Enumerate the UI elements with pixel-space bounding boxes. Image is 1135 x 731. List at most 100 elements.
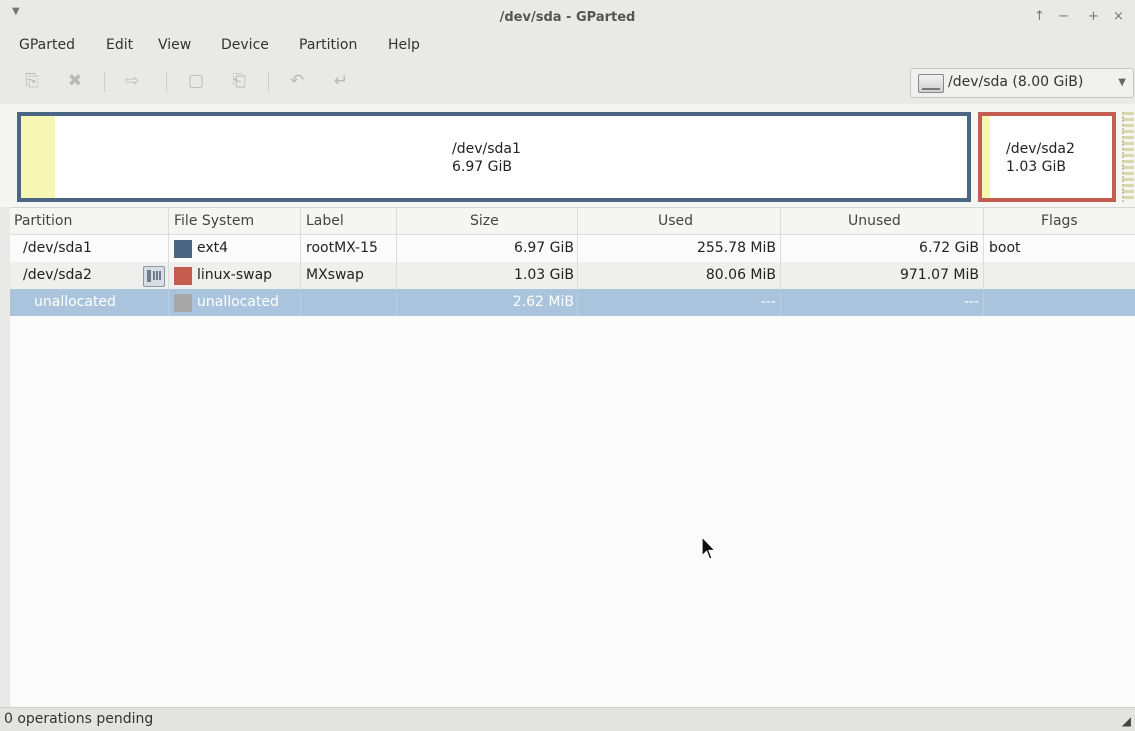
maximize-icon[interactable]: +	[1088, 9, 1099, 24]
column-separator	[300, 262, 301, 289]
column-separator	[780, 208, 781, 234]
column-header-size[interactable]: Size	[470, 213, 499, 229]
column-separator	[983, 208, 984, 234]
filesystem-color-swatch	[174, 267, 192, 285]
column-separator	[168, 235, 169, 262]
disk-map-partition-sda2[interactable]: /dev/sda2 1.03 GiB	[978, 112, 1116, 202]
column-header-label[interactable]: Label	[306, 213, 344, 229]
hard-disk-icon	[918, 74, 944, 93]
copy-icon[interactable]: ▢	[185, 70, 207, 92]
partition-map-label: /dev/sda2 1.03 GiB	[1006, 140, 1075, 176]
column-header-unused[interactable]: Unused	[848, 213, 901, 229]
column-header-used[interactable]: Used	[658, 213, 693, 229]
label-cell: rootMX-15	[306, 240, 378, 256]
menu-partition[interactable]: Partition	[299, 37, 357, 53]
column-separator	[577, 262, 578, 289]
flags-cell: boot	[989, 240, 1021, 256]
column-separator	[577, 235, 578, 262]
toolbar-separator	[166, 72, 167, 92]
column-separator	[983, 289, 984, 316]
column-separator	[396, 262, 397, 289]
column-separator	[300, 289, 301, 316]
used-cell: ---	[760, 294, 776, 310]
column-separator	[168, 208, 169, 234]
disk-map: /dev/sda1 6.97 GiB /dev/sda2 1.03 GiB	[0, 104, 1135, 206]
partition-name: /dev/sda1	[452, 141, 521, 157]
table-row[interactable]: unallocated unallocated 2.62 MiB --- ---	[10, 289, 1135, 316]
partition-size: 6.97 GiB	[452, 159, 512, 175]
resize-grip-icon[interactable]: ◢	[1122, 714, 1131, 728]
filesystem-color-swatch	[174, 294, 192, 312]
status-bar: 0 operations pending ◢	[0, 707, 1135, 731]
chevron-down-icon: ▼	[1118, 77, 1126, 88]
used-cell: 255.78 MiB	[696, 240, 776, 256]
toolbar: ⎘ ✖ ⇨ ▢ ⎗ ↶ ↵ /dev/sda (8.00 GiB) ▼	[0, 60, 1135, 105]
delete-icon[interactable]: ✖	[64, 70, 86, 92]
used-space-bar	[21, 116, 55, 198]
used-space-bar	[982, 116, 990, 198]
partition-cell: unallocated	[34, 294, 116, 310]
resize-move-icon[interactable]: ⇨	[121, 70, 143, 92]
device-label: /dev/sda (8.00 GiB)	[948, 74, 1084, 90]
paste-icon[interactable]: ⎗	[228, 70, 250, 92]
column-header-file-system[interactable]: File System	[174, 213, 254, 229]
keep-above-icon[interactable]: ↑	[1034, 9, 1045, 24]
column-separator	[300, 235, 301, 262]
column-separator	[983, 262, 984, 289]
menu-device[interactable]: Device	[221, 37, 269, 53]
disk-map-partition-sda1[interactable]: /dev/sda1 6.97 GiB	[17, 112, 971, 202]
menu-gparted[interactable]: GParted	[19, 37, 75, 53]
toolbar-separator	[104, 72, 105, 92]
column-separator	[300, 208, 301, 234]
column-separator	[577, 208, 578, 234]
menu-view[interactable]: View	[158, 37, 191, 53]
close-icon[interactable]: ×	[1113, 9, 1124, 24]
column-separator	[168, 289, 169, 316]
size-cell: 1.03 GiB	[514, 267, 574, 283]
partition-size: 1.03 GiB	[1006, 159, 1066, 175]
column-separator	[780, 262, 781, 289]
partition-map-label: /dev/sda1 6.97 GiB	[452, 140, 521, 176]
device-selector[interactable]: /dev/sda (8.00 GiB) ▼	[910, 68, 1134, 98]
filesystem-cell: linux-swap	[197, 267, 273, 283]
mouse-cursor-icon	[701, 536, 716, 560]
column-separator	[780, 289, 781, 316]
used-cell: 80.06 MiB	[705, 267, 776, 283]
filesystem-color-swatch	[174, 240, 192, 258]
size-cell: 2.62 MiB	[512, 294, 574, 310]
column-separator	[396, 235, 397, 262]
apply-icon[interactable]: ↵	[330, 70, 352, 92]
table-header: Partition File System Label Size Used Un…	[10, 208, 1135, 235]
undo-icon[interactable]: ↶	[286, 70, 308, 92]
filesystem-cell: unallocated	[197, 294, 279, 310]
column-separator	[983, 235, 984, 262]
filesystem-cell: ext4	[197, 240, 229, 256]
menu-help[interactable]: Help	[388, 37, 420, 53]
column-separator	[780, 235, 781, 262]
window-title: /dev/sda - GParted	[499, 10, 636, 25]
unused-cell: 6.72 GiB	[919, 240, 979, 256]
unused-cell: 971.07 MiB	[899, 267, 979, 283]
left-margin	[0, 207, 10, 707]
new-partition-icon[interactable]: ⎘	[21, 70, 43, 92]
column-separator	[396, 208, 397, 234]
operations-pending-text: 0 operations pending	[4, 711, 154, 727]
size-cell: 6.97 GiB	[514, 240, 574, 256]
unused-cell: ---	[963, 294, 979, 310]
partition-table: Partition File System Label Size Used Un…	[10, 207, 1135, 708]
menu-bar: GParted Edit View Device Partition Help	[0, 34, 1135, 60]
partition-cell: /dev/sda1	[23, 240, 92, 256]
table-row[interactable]: /dev/sda1 ext4 rootMX-15 6.97 GiB 255.78…	[10, 235, 1135, 262]
minimize-icon[interactable]: −	[1058, 9, 1069, 24]
partition-cell: /dev/sda2	[23, 267, 92, 283]
column-header-partition[interactable]: Partition	[14, 213, 72, 229]
menu-edit[interactable]: Edit	[106, 37, 133, 53]
title-bar: ▼ /dev/sda - GParted ↑ − + ×	[0, 0, 1135, 34]
column-header-flags[interactable]: Flags	[1041, 213, 1078, 229]
toolbar-separator	[268, 72, 269, 92]
column-separator	[577, 289, 578, 316]
label-cell: MXswap	[306, 267, 364, 283]
disk-map-unallocated[interactable]	[1122, 112, 1134, 202]
table-row[interactable]: /dev/sda2 linux-swap MXswap 1.03 GiB 80.…	[10, 262, 1135, 289]
column-separator	[396, 289, 397, 316]
